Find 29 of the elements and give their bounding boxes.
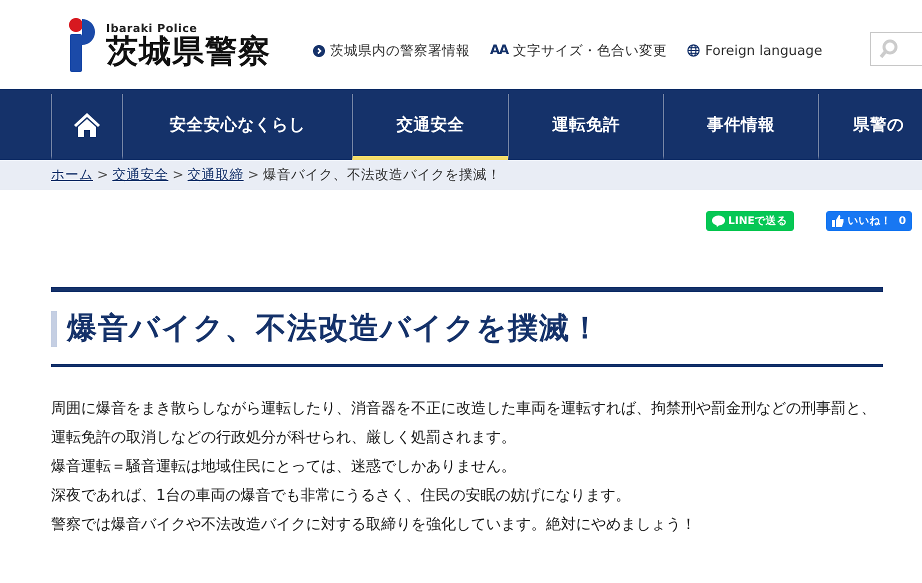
paragraph: 周囲に爆音をまき散らしながら運転したり、消音器を不正に改造した車両を運転すれば、拘禁刑や罰金刑などの刑事罰と、運転免許の取消しなどの行政処分が科せられ、厳しく処罰されます。 — [51, 398, 877, 448]
globe-icon — [687, 44, 700, 57]
breadcrumb-link[interactable]: 交通取締 — [188, 166, 244, 184]
breadcrumb-separator: > — [97, 167, 108, 183]
breadcrumb-link[interactable]: ホーム — [51, 166, 93, 184]
search-field[interactable] — [870, 32, 922, 66]
header-link[interactable]: 茨城県内の警察署情報 — [313, 42, 470, 60]
home-icon — [73, 112, 101, 138]
chat-bubble-icon — [712, 215, 726, 227]
chevron-circle-icon — [313, 44, 325, 56]
thumbs-up-icon — [832, 215, 844, 227]
breadcrumb-current: 爆音バイク、不法改造バイクを撲滅！ — [262, 166, 501, 184]
like-button[interactable]: いいね！ 0 — [826, 211, 912, 231]
paragraph: 爆音運転＝騒音運転は地域住民にとっては、迷惑でしかありません。 — [51, 456, 517, 477]
header-link[interactable]: Foreign language — [687, 42, 822, 58]
text-size-icon: AA — [490, 43, 508, 58]
breadcrumb-separator: > — [248, 167, 259, 183]
title-accent — [51, 310, 57, 346]
breadcrumb-separator: > — [172, 167, 184, 183]
search-icon — [879, 38, 899, 58]
like-count: 0 — [898, 215, 906, 227]
paragraph: 警察では爆音バイクや不法改造バイクに対する取締りを強化しています。絶対にやめましょう！ — [51, 514, 697, 535]
breadcrumb-link[interactable]: 交通安全 — [112, 166, 168, 184]
logo-subtitle: Ibaraki Police — [106, 22, 198, 35]
paragraph: 深夜であれば、1台の車両の爆音でも非常にうるさく、住民の安眠の妨げになります。 — [51, 485, 632, 506]
article-title: 爆音バイク、不法改造バイクを撲滅！ — [67, 310, 601, 348]
logo-title: 茨城県警察 — [106, 35, 271, 67]
header-link[interactable]: AA 文字サイズ・色合い変更 — [490, 42, 668, 60]
logo-icon — [68, 16, 98, 72]
